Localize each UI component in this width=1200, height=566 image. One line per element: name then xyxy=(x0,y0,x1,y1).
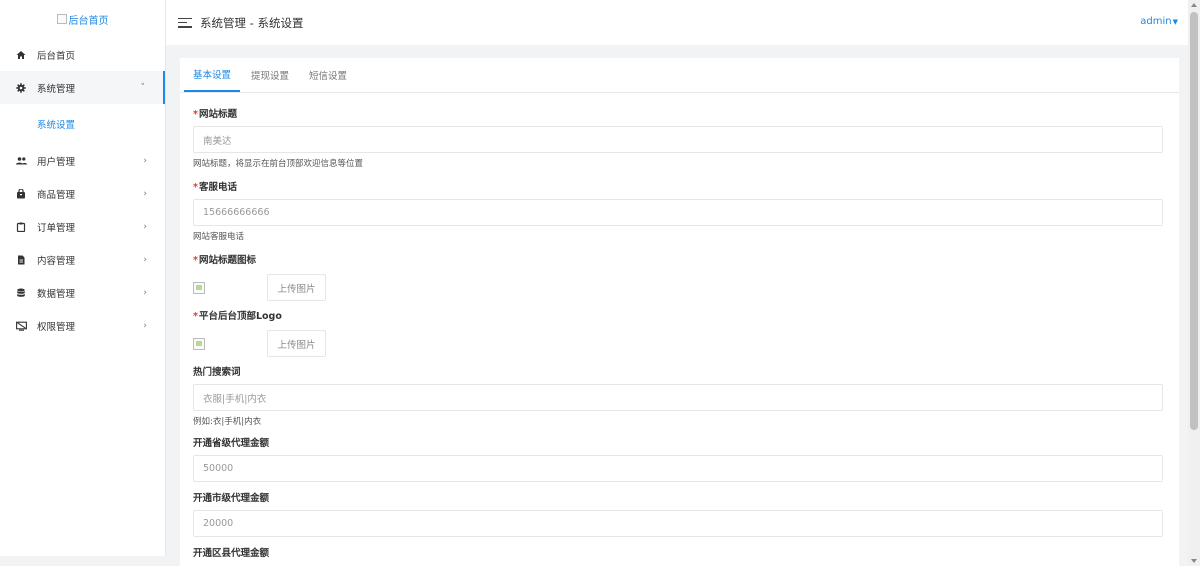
sidebar-footer xyxy=(0,556,166,566)
hot-search-label: 热门搜索词 xyxy=(193,367,241,378)
province-agent-group: 开通省级代理金额 50000 xyxy=(193,437,1163,482)
required-mark: * xyxy=(193,109,198,120)
database-icon xyxy=(15,287,27,299)
district-agent-group: 开通区县代理金额 xyxy=(193,547,1163,561)
page-scrollbar[interactable] xyxy=(1188,0,1200,566)
hot-search-group: 热门搜索词 衣服|手机|内衣 例如:衣|手机|内衣 xyxy=(193,366,1163,427)
scroll-up-arrow-icon[interactable] xyxy=(1191,3,1197,7)
username: admin xyxy=(1140,16,1172,27)
site-icon-group: *网站标题图标 上传图片 xyxy=(193,254,1163,301)
sidebar-item-data[interactable]: 数据管理 › xyxy=(0,276,165,309)
site-icon-preview xyxy=(193,281,205,294)
sidebar-item-label: 数据管理 xyxy=(37,288,76,300)
scroll-down-arrow-icon[interactable] xyxy=(1191,559,1197,563)
tab-sms-settings[interactable]: 短信设置 xyxy=(300,58,356,92)
sidebar-item-users[interactable]: 用户管理 › xyxy=(0,144,165,177)
hot-search-hint: 例如:衣|手机|内衣 xyxy=(193,417,262,427)
upload-site-icon-button[interactable]: 上传图片 xyxy=(267,274,326,301)
admin-logo-preview xyxy=(193,337,205,350)
province-agent-input[interactable]: 50000 xyxy=(193,455,1163,482)
document-icon xyxy=(15,254,27,266)
service-phone-label: *客服电话 xyxy=(193,182,237,193)
chevron-right-icon: › xyxy=(143,221,147,232)
screen-icon xyxy=(15,320,27,332)
sidebar-item-home[interactable]: 后台首页 xyxy=(0,38,165,71)
tab-basic-settings[interactable]: 基本设置 xyxy=(184,58,241,92)
sidebar-item-label: 权限管理 xyxy=(37,321,76,333)
clipboard-icon xyxy=(15,221,27,233)
required-mark: * xyxy=(193,255,198,266)
city-agent-label: 开通市级代理金额 xyxy=(193,493,270,504)
chevron-right-icon: › xyxy=(143,155,147,166)
chevron-right-icon: › xyxy=(143,287,147,298)
sidebar-item-permissions[interactable]: 权限管理 › xyxy=(0,309,165,342)
sidebar: 后台首页 后台首页 系统管理 ˅ 系统设置 用户管理 › 商品管理 › 订单管理 xyxy=(0,0,166,566)
chevron-down-icon: ˅ xyxy=(140,82,146,93)
page-title: 系统管理 - 系统设置 xyxy=(200,15,304,30)
sidebar-item-label: 内容管理 xyxy=(37,255,76,267)
site-title-hint: 网站标题，将显示在前台顶部欢迎信息等位置 xyxy=(193,159,364,169)
chevron-right-icon: › xyxy=(143,320,147,331)
home-icon xyxy=(15,49,27,61)
sidebar-item-content[interactable]: 内容管理 › xyxy=(0,243,165,276)
bag-icon xyxy=(15,188,27,200)
service-phone-hint: 网站客服电话 xyxy=(193,232,245,242)
broken-image-icon xyxy=(56,14,67,24)
caret-down-icon: ▼ xyxy=(1172,18,1178,26)
tab-withdraw-settings[interactable]: 提现设置 xyxy=(242,58,298,92)
logo[interactable]: 后台首页 xyxy=(0,0,165,38)
chevron-right-icon: › xyxy=(143,254,147,265)
chevron-right-icon: › xyxy=(143,188,147,199)
city-agent-input[interactable]: 20000 xyxy=(193,510,1163,537)
sidebar-item-products[interactable]: 商品管理 › xyxy=(0,177,165,210)
service-phone-input[interactable]: 15666666666 xyxy=(193,199,1163,226)
logo-image[interactable]: 后台首页 xyxy=(56,12,109,27)
users-icon xyxy=(15,155,27,167)
sidebar-item-label: 后台首页 xyxy=(37,50,76,62)
menu-toggle-icon[interactable] xyxy=(178,17,192,28)
province-agent-label: 开通省级代理金额 xyxy=(193,438,270,449)
site-icon-label: *网站标题图标 xyxy=(193,255,256,266)
sidebar-item-system[interactable]: 系统管理 ˅ xyxy=(0,71,165,104)
admin-logo-upload-row: 上传图片 xyxy=(193,330,1163,357)
hot-search-input[interactable]: 衣服|手机|内衣 xyxy=(193,384,1163,411)
user-menu[interactable]: admin▼ xyxy=(1140,16,1178,27)
settings-tabs: 基本设置 提现设置 短信设置 xyxy=(180,58,1179,93)
sidebar-item-label: 用户管理 xyxy=(37,156,76,168)
site-title-group: *网站标题 南美达 网站标题，将显示在前台顶部欢迎信息等位置 xyxy=(193,108,1163,169)
scroll-thumb[interactable] xyxy=(1190,12,1198,430)
upload-admin-logo-button[interactable]: 上传图片 xyxy=(267,330,326,357)
gear-icon xyxy=(15,82,27,94)
service-phone-group: *客服电话 15666666666 网站客服电话 xyxy=(193,181,1163,242)
admin-logo-label: *平台后台顶部Logo xyxy=(193,311,282,322)
site-title-label: *网站标题 xyxy=(193,109,237,120)
city-agent-group: 开通市级代理金额 20000 xyxy=(193,492,1163,537)
site-icon-upload-row: 上传图片 xyxy=(193,274,1163,301)
required-mark: * xyxy=(193,182,198,193)
sidebar-item-label: 系统管理 xyxy=(37,83,76,95)
top-header: 系统管理 - 系统设置 admin▼ xyxy=(166,0,1188,45)
admin-logo-group: *平台后台顶部Logo 上传图片 xyxy=(193,310,1163,357)
sidebar-item-label: 订单管理 xyxy=(37,222,76,234)
site-title-input[interactable]: 南美达 xyxy=(193,126,1163,153)
settings-card: 基本设置 提现设置 短信设置 *网站标题 南美达 网站标题，将显示在前台顶部欢迎… xyxy=(180,58,1179,566)
required-mark: * xyxy=(193,311,198,322)
sidebar-item-label: 商品管理 xyxy=(37,189,76,201)
sidebar-subitem-system-settings[interactable]: 系统设置 xyxy=(0,104,165,144)
district-agent-label: 开通区县代理金额 xyxy=(193,548,270,559)
sidebar-item-orders[interactable]: 订单管理 › xyxy=(0,210,165,243)
